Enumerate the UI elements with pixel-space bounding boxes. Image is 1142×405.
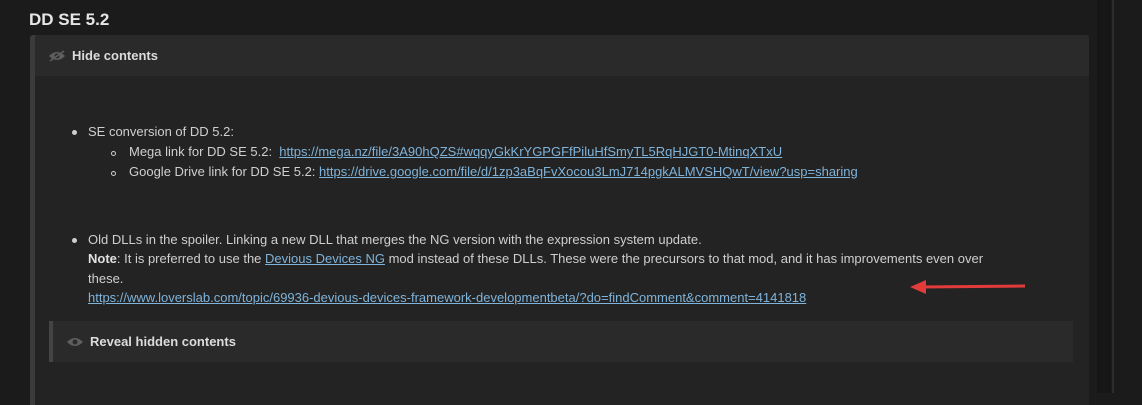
mega-link-label: Mega link for DD SE 5.2: <box>129 144 273 159</box>
note-text-before: : It is preferred to use the <box>116 251 266 266</box>
bullet-marker <box>72 238 77 243</box>
loverslab-link[interactable]: https://www.loverslab.com/topic/69936-de… <box>88 290 806 305</box>
eye-icon <box>49 49 65 62</box>
note-line: Note: It is preferred to use the Devious… <box>88 249 983 269</box>
hide-contents-label: Hide contents <box>72 48 158 63</box>
hide-contents-button[interactable]: Hide contents <box>35 35 1089 76</box>
sub-bullet-marker <box>111 151 116 156</box>
loverslab-link-item: https://www.loverslab.com/topic/69936-de… <box>88 288 806 308</box>
google-drive-link-label: Google Drive link for DD SE 5.2: <box>129 164 316 179</box>
google-drive-link-item: Google Drive link for DD SE 5.2: https:/… <box>129 162 858 182</box>
arrow-annotation <box>910 280 1026 294</box>
sub-bullet-marker <box>111 171 116 176</box>
bullet-marker <box>72 130 77 135</box>
devious-devices-ng-link[interactable]: Devious Devices NG <box>265 251 385 266</box>
reveal-hidden-contents-label: Reveal hidden contents <box>90 334 236 349</box>
old-dlls-text: Old DLLs in the spoiler. Linking a new D… <box>88 232 702 247</box>
note-label: Note <box>88 251 117 266</box>
mega-link[interactable]: https://mega.nz/file/3A90hQZS#wqqyGkKrYG… <box>279 144 782 159</box>
right-gutter <box>1097 0 1111 393</box>
reveal-hidden-contents-button[interactable]: Reveal hidden contents <box>49 321 1073 362</box>
note-wrap: these. <box>88 271 124 286</box>
eye-icon <box>67 337 83 346</box>
bullet-se-conversion: SE conversion of DD 5.2: <box>88 124 234 139</box>
google-drive-link[interactable]: https://drive.google.com/file/d/1zp3aBqF… <box>319 164 858 179</box>
page-title: DD SE 5.2 <box>29 10 110 29</box>
right-divider <box>1112 0 1114 393</box>
spoiler-block: Hide contents SE conversion of DD 5.2: M… <box>30 35 1089 405</box>
mega-link-item: Mega link for DD SE 5.2: https://mega.nz… <box>129 142 782 162</box>
note-text-after: mod instead of these DLLs. These were th… <box>384 251 984 266</box>
